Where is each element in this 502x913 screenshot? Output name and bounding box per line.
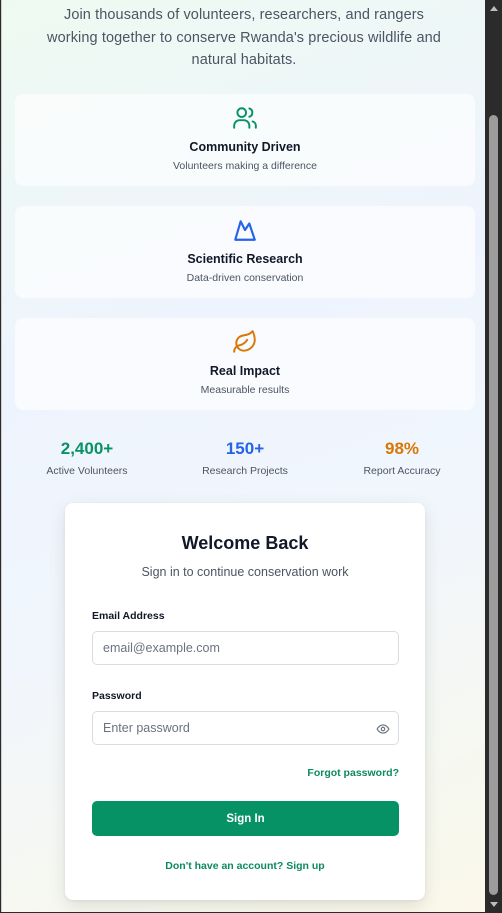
password-field[interactable]: [93, 712, 398, 744]
login-title: Welcome Back: [181, 533, 309, 553]
intro-text: Join thousands of volunteers, researcher…: [47, 7, 441, 68]
stat-label: Active Volunteers: [46, 465, 128, 477]
sign-up-link[interactable]: Don't have an account? Sign up: [65, 860, 425, 872]
feature-subtitle: Volunteers making a difference: [173, 160, 317, 172]
sign-in-button[interactable]: Sign In: [92, 801, 399, 836]
feature-card-community: Community Driven Volunteers making a dif…: [15, 94, 475, 186]
email-field[interactable]: [93, 632, 398, 664]
feature-card-research: Scientific Research Data-driven conserva…: [15, 206, 475, 298]
page-viewport: Join thousands of volunteers, researcher…: [1, 0, 485, 912]
feature-subtitle: Measurable results: [200, 384, 290, 396]
password-field-wrapper: [92, 711, 399, 745]
feature-subtitle: Data-driven conservation: [186, 272, 304, 284]
login-card: Welcome Back Sign in to continue conserv…: [65, 503, 425, 900]
stat-active-volunteers: 2,400+ Active Volunteers: [7, 439, 167, 477]
scrollbar-thumb[interactable]: [489, 115, 498, 895]
stat-value: 2,400+: [60, 439, 114, 458]
stat-label: Report Accuracy: [363, 465, 441, 477]
users-icon: [232, 105, 258, 131]
forgot-password-link[interactable]: Forgot password?: [307, 767, 399, 779]
stat-value: 150+: [225, 439, 265, 458]
feature-title: Community Driven: [189, 140, 301, 154]
email-label: Email Address: [92, 610, 165, 622]
feature-card-impact: Real Impact Measurable results: [15, 318, 475, 410]
leaf-icon: [232, 329, 258, 355]
eye-icon[interactable]: [376, 722, 390, 736]
stat-report-accuracy: 98% Report Accuracy: [322, 439, 482, 477]
stat-research-projects: 150+ Research Projects: [165, 439, 325, 477]
password-label: Password: [92, 690, 142, 702]
vertical-scrollbar[interactable]: [486, 0, 502, 913]
mountain-icon: [232, 217, 258, 243]
scroll-down-arrow-icon[interactable]: [490, 902, 498, 907]
feature-title: Scientific Research: [187, 252, 303, 266]
stat-label: Research Projects: [202, 465, 288, 477]
feature-title: Real Impact: [209, 364, 281, 378]
stat-value: 98%: [384, 439, 420, 458]
scroll-up-arrow-icon[interactable]: [490, 6, 498, 11]
login-subtitle: Sign in to continue conservation work: [141, 565, 349, 579]
email-field-wrapper: [92, 631, 399, 665]
